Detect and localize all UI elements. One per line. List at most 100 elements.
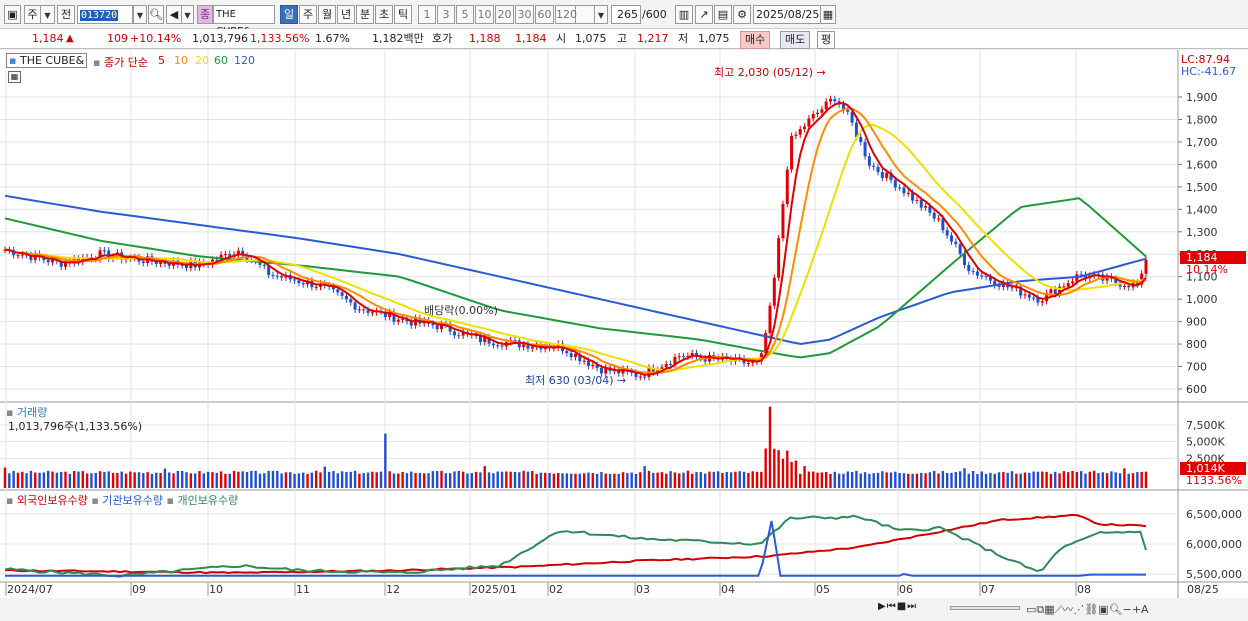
interval-button-3[interactable]: 3 bbox=[437, 5, 455, 24]
market-select[interactable]: 주 bbox=[24, 5, 41, 24]
legend-ma-60[interactable]: 60 bbox=[214, 54, 228, 67]
table-toggle-icon[interactable]: ▦ bbox=[8, 71, 21, 83]
interval-button-1[interactable]: 1 bbox=[418, 5, 436, 24]
interval-dropdown-icon[interactable]: ▼ bbox=[594, 5, 608, 24]
price-tick-label: 1,900 bbox=[1186, 91, 1218, 104]
volume-bar bbox=[660, 472, 664, 488]
eval-button[interactable]: 평 bbox=[817, 31, 836, 49]
candle-body bbox=[790, 135, 794, 170]
tool-grid-icon[interactable]: ▦ bbox=[1044, 603, 1054, 616]
volume-bar bbox=[461, 471, 465, 488]
buy-button[interactable]: 매수 bbox=[740, 31, 771, 49]
candle-body bbox=[980, 275, 984, 277]
period-tab-5[interactable]: 초 bbox=[375, 5, 393, 24]
volume-bar bbox=[323, 466, 327, 488]
interval-button-20[interactable]: 20 bbox=[495, 5, 514, 24]
code-dropdown-icon[interactable]: ▼ bbox=[133, 5, 147, 24]
volume-bar bbox=[716, 471, 720, 488]
tool-link-icon[interactable]: ⛓ bbox=[1084, 603, 1098, 616]
zoom-icon[interactable]: 🔍︎ bbox=[1109, 603, 1123, 616]
candle-body bbox=[431, 323, 435, 326]
candle-type-icon[interactable]: ▥ bbox=[675, 5, 693, 24]
price-tick-label: 1,800 bbox=[1186, 113, 1218, 126]
tool-box-icon[interactable]: ▣ bbox=[1098, 603, 1108, 616]
scroll-last-icon[interactable]: ⏭ bbox=[907, 601, 917, 612]
volume-bar bbox=[163, 468, 167, 488]
draw-tool-icon[interactable]: ↗ bbox=[695, 5, 713, 24]
volume-bar bbox=[431, 471, 435, 488]
stock-name-field[interactable]: THE CUBE& bbox=[213, 5, 275, 37]
period-tab-1[interactable]: 주 bbox=[299, 5, 317, 24]
volume-bar bbox=[613, 473, 616, 488]
interval-button-10[interactable]: 10 bbox=[475, 5, 494, 24]
volume-bar bbox=[794, 460, 798, 488]
interval-button-5[interactable]: 5 bbox=[456, 5, 474, 24]
tool-fan-icon[interactable]: ⋰ bbox=[1073, 603, 1084, 616]
volume-bar bbox=[405, 473, 409, 488]
volume-bar bbox=[427, 473, 430, 488]
sound-icon[interactable]: ◀ bbox=[166, 5, 182, 24]
period-tab-4[interactable]: 분 bbox=[356, 5, 374, 24]
legend-stock[interactable]: ▪ THE CUBE& bbox=[6, 53, 88, 68]
chart-area[interactable]: 1,9001,8001,7001,6001,5001,4001,3001,200… bbox=[0, 50, 1248, 621]
candle-body bbox=[664, 364, 668, 368]
code-input[interactable]: 013720 bbox=[77, 5, 133, 24]
count-max: /600 bbox=[642, 8, 667, 21]
interval-button-60[interactable]: 60 bbox=[535, 5, 554, 24]
market-dropdown-icon[interactable]: ▼ bbox=[41, 5, 55, 24]
interval-button-120[interactable]: 120 bbox=[555, 5, 577, 24]
candle-body bbox=[768, 305, 772, 334]
time-tick-label: 11 bbox=[296, 583, 310, 596]
tool-wave-icon[interactable]: 〰 bbox=[1062, 603, 1073, 616]
date-input[interactable]: 2025/08/25 bbox=[753, 5, 821, 24]
save-icon[interactable]: ▤ bbox=[714, 5, 732, 24]
search-icon[interactable]: 🔍︎ bbox=[148, 5, 164, 24]
candle-body bbox=[975, 271, 979, 276]
sound-dropdown-icon[interactable]: ▼ bbox=[182, 5, 194, 24]
candle-body bbox=[677, 356, 681, 358]
scroll-first-icon[interactable]: ⏮ bbox=[887, 601, 897, 612]
period-tab-0[interactable]: 일 bbox=[280, 5, 298, 24]
legend-ma-5[interactable]: 5 bbox=[158, 54, 165, 67]
count-input[interactable]: 265 bbox=[611, 5, 641, 24]
legend-ma-120[interactable]: 120 bbox=[234, 54, 255, 67]
window-menu-icon[interactable]: ▣ bbox=[4, 5, 21, 24]
volume-bar bbox=[124, 473, 128, 488]
zoom-out-icon[interactable]: − bbox=[1123, 603, 1132, 616]
candle-body bbox=[807, 118, 811, 127]
volume-bar bbox=[1088, 471, 1092, 488]
prev-button[interactable]: 전 bbox=[57, 5, 75, 24]
volume-bar bbox=[384, 433, 387, 488]
volume-bar bbox=[375, 472, 378, 488]
volume-bar bbox=[544, 472, 547, 488]
text-size-icon[interactable]: A bbox=[1141, 603, 1149, 616]
settings-icon[interactable]: ⚙ bbox=[733, 5, 751, 24]
period-tab-3[interactable]: 년 bbox=[337, 5, 355, 24]
scroll-right-icon[interactable]: ▶ bbox=[878, 601, 887, 612]
time-tick-label: 07 bbox=[981, 583, 995, 596]
tool-window-icon[interactable]: ▭ bbox=[1026, 603, 1036, 616]
interval-button-30[interactable]: 30 bbox=[515, 5, 534, 24]
candle-body bbox=[301, 283, 305, 285]
volume-bar bbox=[72, 471, 76, 488]
tool-icons: ▭⧉▦⟋〰⋰⛓▣🔍︎−+A bbox=[1026, 601, 1149, 617]
zoom-in-icon[interactable]: + bbox=[1132, 603, 1141, 616]
legend-ma-20[interactable]: 20 bbox=[195, 54, 209, 67]
chart-canvas[interactable]: 1,9001,8001,7001,6001,5001,4001,3001,200… bbox=[0, 50, 1248, 621]
legend-ma-10[interactable]: 10 bbox=[174, 54, 188, 67]
stop-icon[interactable]: ■ bbox=[897, 601, 907, 612]
period-tab-2[interactable]: 월 bbox=[318, 5, 336, 24]
volume-bar bbox=[812, 471, 815, 488]
volume-bar bbox=[219, 471, 223, 488]
volume-bar bbox=[509, 471, 512, 488]
sell-button[interactable]: 매도 bbox=[780, 31, 811, 49]
volume-bar bbox=[1127, 473, 1130, 488]
legend-ma-title-text: 종가 단순 bbox=[103, 56, 148, 69]
calendar-icon[interactable]: ▦ bbox=[820, 5, 836, 24]
zoom-slider[interactable] bbox=[950, 606, 1020, 610]
volume-bar bbox=[639, 472, 642, 488]
price-tick-label: 1,400 bbox=[1186, 203, 1218, 216]
volume-bar bbox=[185, 472, 188, 488]
volume-bar bbox=[1015, 473, 1018, 488]
period-tab-6[interactable]: 틱 bbox=[394, 5, 412, 24]
